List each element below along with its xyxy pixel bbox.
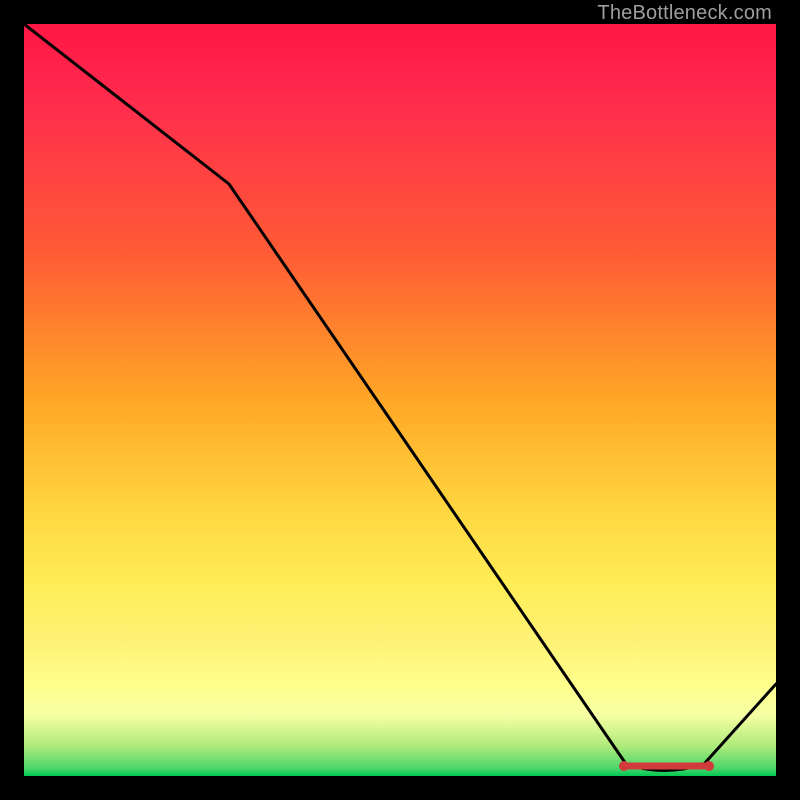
optimal-band-end-right — [704, 761, 714, 771]
optimal-band-end-left — [619, 761, 629, 771]
bottleneck-curve-path — [24, 24, 776, 771]
chart-frame: TheBottleneck.com — [0, 0, 800, 800]
chart-plot-area — [24, 24, 776, 776]
bottleneck-line — [24, 24, 776, 776]
watermark-text: TheBottleneck.com — [597, 2, 772, 25]
